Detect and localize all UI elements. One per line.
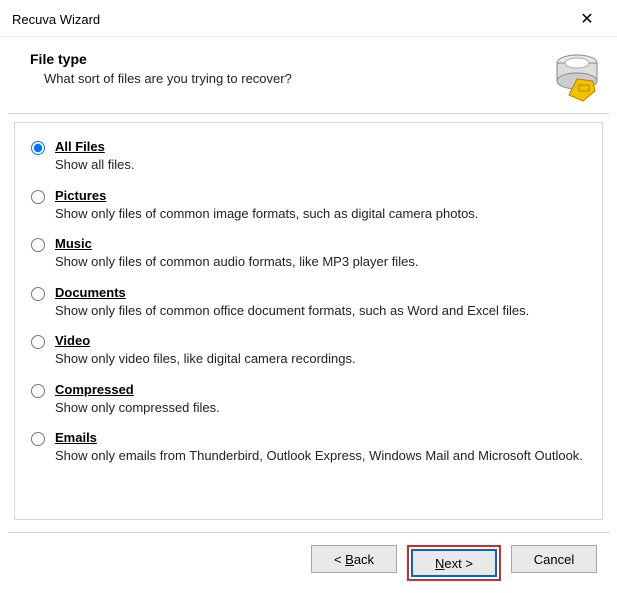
back-button[interactable]: < Back bbox=[311, 545, 397, 573]
radio-pictures[interactable] bbox=[31, 190, 45, 204]
option-documents[interactable]: Documents Show only files of common offi… bbox=[55, 285, 584, 320]
option-label: Emails bbox=[55, 430, 584, 445]
option-desc: Show only files of common image formats,… bbox=[55, 205, 584, 223]
close-icon: ✕ bbox=[580, 9, 593, 29]
radio-all-files[interactable] bbox=[31, 141, 45, 155]
header-text: File type What sort of files are you try… bbox=[30, 51, 551, 103]
next-button-label: Next > bbox=[435, 556, 473, 571]
back-button-label: < Back bbox=[334, 552, 374, 567]
titlebar: Recuva Wizard ✕ bbox=[0, 0, 617, 37]
next-button-highlight: Next > bbox=[407, 545, 501, 581]
option-all-files[interactable]: All Files Show all files. bbox=[55, 139, 584, 174]
radio-video[interactable] bbox=[31, 335, 45, 349]
options-panel: All Files Show all files. Pictures Show … bbox=[14, 122, 603, 520]
option-label: All Files bbox=[55, 139, 584, 154]
option-desc: Show only compressed files. bbox=[55, 399, 584, 417]
page-title: File type bbox=[30, 51, 551, 67]
next-button[interactable]: Next > bbox=[411, 549, 497, 577]
cancel-button[interactable]: Cancel bbox=[511, 545, 597, 573]
wizard-footer: < Back Next > Cancel bbox=[0, 533, 617, 593]
wizard-header: File type What sort of files are you try… bbox=[0, 37, 617, 113]
header-separator bbox=[8, 113, 609, 114]
close-button[interactable]: ✕ bbox=[567, 6, 607, 32]
option-desc: Show only video files, like digital came… bbox=[55, 350, 584, 368]
window-title: Recuva Wizard bbox=[12, 12, 100, 27]
radio-music[interactable] bbox=[31, 238, 45, 252]
option-label: Video bbox=[55, 333, 584, 348]
option-label: Compressed bbox=[55, 382, 584, 397]
option-label: Documents bbox=[55, 285, 584, 300]
option-desc: Show all files. bbox=[55, 156, 584, 174]
option-desc: Show only files of common office documen… bbox=[55, 302, 584, 320]
page-subtitle: What sort of files are you trying to rec… bbox=[44, 71, 551, 86]
radio-compressed[interactable] bbox=[31, 384, 45, 398]
option-video[interactable]: Video Show only video files, like digita… bbox=[55, 333, 584, 368]
option-label: Music bbox=[55, 236, 584, 251]
radio-emails[interactable] bbox=[31, 432, 45, 446]
option-desc: Show only files of common audio formats,… bbox=[55, 253, 584, 271]
option-label: Pictures bbox=[55, 188, 584, 203]
option-music[interactable]: Music Show only files of common audio fo… bbox=[55, 236, 584, 271]
option-emails[interactable]: Emails Show only emails from Thunderbird… bbox=[55, 430, 584, 465]
option-desc: Show only emails from Thunderbird, Outlo… bbox=[55, 447, 584, 465]
recuva-disk-icon bbox=[551, 51, 603, 103]
option-pictures[interactable]: Pictures Show only files of common image… bbox=[55, 188, 584, 223]
option-compressed[interactable]: Compressed Show only compressed files. bbox=[55, 382, 584, 417]
radio-documents[interactable] bbox=[31, 287, 45, 301]
